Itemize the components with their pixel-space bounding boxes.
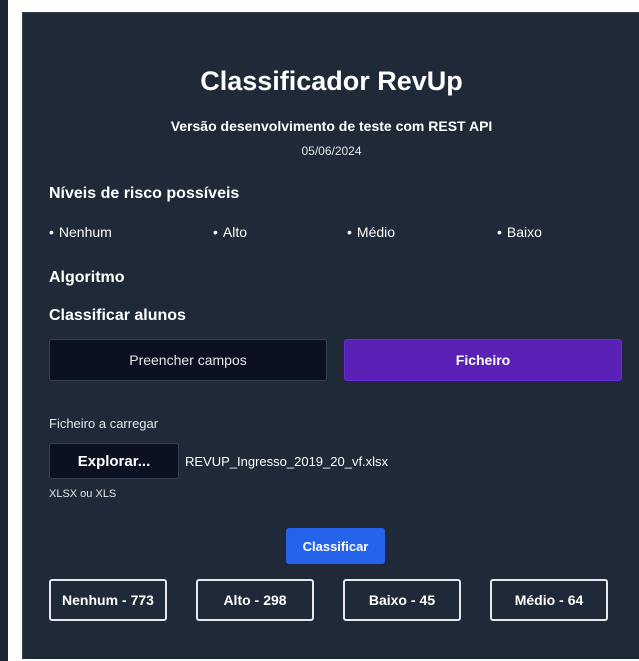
classifier-card: Classificador RevUp Versão desenvolvimen…: [22, 12, 639, 659]
result-count: 773: [130, 592, 154, 608]
result-badge-medio: Médio - 64: [490, 579, 608, 621]
risk-item-nenhum: • Nenhum: [49, 224, 112, 240]
page-title: Classificador RevUp: [200, 66, 463, 96]
bullet-icon: •: [49, 224, 54, 240]
version-date: 05/06/2024: [301, 144, 362, 158]
risk-item-alto: • Alto: [213, 224, 247, 240]
bullet-icon: •: [497, 224, 502, 240]
result-badge-alto: Alto - 298: [196, 579, 314, 621]
file-upload-label: Ficheiro a carregar: [49, 416, 159, 431]
risk-levels-heading: Níveis de risco possíveis: [49, 185, 240, 202]
result-label: Alto -: [223, 592, 260, 608]
fill-fields-button[interactable]: Preencher campos: [49, 339, 327, 381]
browse-button[interactable]: Explorar...: [49, 443, 179, 479]
risk-item-label: Nenhum: [58, 224, 112, 240]
result-count: 64: [567, 592, 584, 608]
risk-item-medio: • Médio: [347, 224, 395, 240]
algorithm-heading: Algoritmo: [49, 269, 125, 286]
classify-button[interactable]: Classificar: [286, 528, 385, 564]
selected-file-name: REVUP_Ingresso_2019_20_vf.xlsx: [185, 454, 389, 469]
bullet-icon: •: [213, 224, 218, 240]
result-count: 45: [419, 592, 436, 608]
file-mode-button[interactable]: Ficheiro: [344, 339, 622, 381]
risk-item-label: Baixo: [506, 224, 542, 240]
left-edge: [0, 0, 8, 661]
result-label: Baixo -: [368, 592, 416, 608]
classify-heading: Classificar alunos: [49, 307, 186, 324]
file-format-hint: XLSX ou XLS: [49, 488, 117, 500]
risk-item-baixo: • Baixo: [497, 224, 542, 240]
risk-item-label: Médio: [356, 224, 396, 240]
bullet-icon: •: [347, 224, 352, 240]
result-label: Médio -: [514, 592, 564, 608]
result-badge-nenhum: Nenhum - 773: [49, 579, 167, 621]
page-subtitle: Versão desenvolvimento de teste com REST…: [170, 118, 493, 134]
result-badge-baixo: Baixo - 45: [343, 579, 461, 621]
result-label: Nenhum -: [62, 592, 127, 608]
result-count: 298: [263, 592, 287, 608]
risk-item-label: Alto: [222, 224, 248, 240]
